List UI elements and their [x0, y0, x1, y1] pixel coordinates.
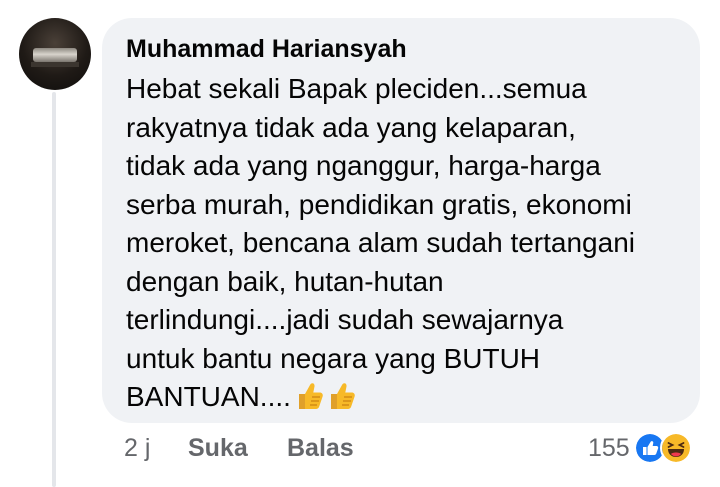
avatar[interactable]: [19, 18, 91, 90]
comment-timestamp[interactable]: 2 j: [124, 432, 150, 464]
thread-connector-line: [52, 92, 56, 487]
comment-last-line: BANTUAN....: [126, 378, 678, 417]
comment-line: tidak ada yang nganggur, harga-harga: [126, 150, 601, 181]
comment-line: meroket, bencana alam sudah tertangani: [126, 227, 635, 258]
reply-button[interactable]: Balas: [287, 432, 354, 464]
comment-text: Hebat sekali Bapak pleciden...semua raky…: [126, 70, 678, 417]
comment-line: Hebat sekali Bapak pleciden...semua: [126, 73, 587, 104]
comment-author[interactable]: Muhammad Hariansyah: [126, 34, 678, 64]
comment-actions: 2 j Suka Balas 155: [0, 432, 720, 464]
comment-line: BANTUAN....: [126, 381, 291, 412]
comment-line: rakyatnya tidak ada yang kelaparan,: [126, 111, 576, 143]
comment-thread: Muhammad Hariansyah Hebat sekali Bapak p…: [0, 0, 720, 487]
reaction-count: 155: [588, 434, 630, 462]
avatar-image-detail: [33, 48, 77, 62]
thumbs-up-icon: [330, 383, 355, 409]
thumbs-up-icon: [298, 383, 323, 409]
comment-line: terlindungi....jadi sudah sewajarnya: [126, 304, 564, 335]
comment-line: serba murah, pendidikan gratis, ekonomi: [126, 188, 632, 220]
reaction-summary[interactable]: 155: [588, 432, 692, 464]
comment-line: dengan baik, hutan-hutan: [126, 265, 444, 297]
avatar-image-detail: [31, 62, 79, 67]
comment-line: untuk bantu negara yang BUTUH: [126, 342, 541, 374]
haha-reaction-icon: [659, 432, 692, 464]
comment-bubble: Muhammad Hariansyah Hebat sekali Bapak p…: [102, 18, 700, 423]
like-button[interactable]: Suka: [188, 432, 248, 464]
